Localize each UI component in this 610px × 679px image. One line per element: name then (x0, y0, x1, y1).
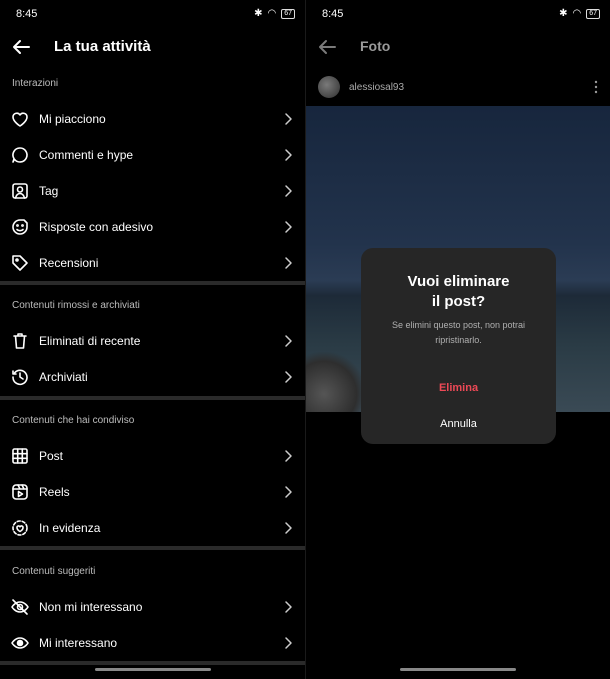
menu-item-risposte-con-adesivo[interactable]: Risposte con adesivo (0, 209, 305, 245)
chevron-right-icon (285, 185, 292, 197)
price-tag-icon (12, 255, 28, 271)
home-indicator (95, 668, 211, 671)
status-bar: 8:45 ✱ ◠ 67 (0, 0, 305, 30)
status-time: 8:45 (16, 8, 38, 20)
menu-item-mi-piacciono[interactable]: Mi piacciono (0, 101, 305, 137)
menu-item-label: Commenti e hype (39, 148, 134, 162)
activity-screen: 8:45 ✱ ◠ 67 La tua attività Interazioni M… (0, 0, 305, 679)
menu-item-post[interactable]: Post (0, 438, 305, 474)
delete-button[interactable]: Elimina (361, 382, 556, 394)
status-bar: 8:45 ✱ ◠ 67 (306, 0, 610, 30)
menu-item-reels[interactable]: Reels (0, 474, 305, 510)
avatar[interactable] (318, 76, 340, 98)
chevron-right-icon (285, 637, 292, 649)
chevron-right-icon (285, 371, 292, 383)
chevron-right-icon (285, 522, 292, 534)
photo-screen: 8:45 ✱ ◠ 67 Foto alessiosal93 Vuoi elimi… (306, 0, 610, 679)
photo-rocks (306, 352, 366, 412)
home-indicator (400, 668, 516, 671)
page-title: Foto (360, 38, 391, 54)
menu-item-archiviati[interactable]: Archiviati (0, 359, 305, 395)
section-label: Interazioni (12, 78, 59, 89)
menu-item-mi-interessano[interactable]: Mi interessano (0, 625, 305, 661)
eye-icon (11, 637, 29, 649)
chevron-right-icon (285, 113, 292, 125)
header: La tua attività (0, 30, 305, 64)
comment-icon (12, 147, 28, 163)
section-label: Contenuti che hai condiviso (12, 415, 135, 426)
menu-item-label: Recensioni (39, 256, 99, 270)
chevron-right-icon (285, 149, 292, 161)
back-arrow-icon[interactable] (316, 36, 338, 58)
eye-off-icon (11, 599, 29, 615)
menu-item-label: Eliminati di recente (39, 334, 141, 348)
reels-icon (12, 484, 28, 500)
menu-item-label: Post (39, 449, 64, 463)
menu-item-label: Mi piacciono (39, 112, 106, 126)
sticker-icon (12, 219, 28, 235)
more-options-icon[interactable] (594, 80, 598, 94)
dialog-message: Se elimini questo post, non potrai ripri… (391, 320, 526, 345)
dialog-title-line1: Vuoi eliminare (407, 273, 510, 290)
menu-item-commenti-e-hype[interactable]: Commenti e hype (0, 137, 305, 173)
section-divider (0, 396, 305, 400)
chevron-right-icon (285, 450, 292, 462)
trash-icon (13, 333, 27, 349)
chevron-right-icon (285, 335, 292, 347)
username[interactable]: alessiosal93 (349, 82, 404, 93)
wifi-icon: ◠ (572, 8, 582, 19)
section-label: Contenuti suggeriti (12, 566, 96, 577)
section-divider (0, 281, 305, 285)
highlight-icon (12, 520, 28, 536)
chevron-right-icon (285, 257, 292, 269)
status-time: 8:45 (322, 8, 344, 20)
menu-item-label: Mi interessano (39, 636, 118, 650)
menu-item-recensioni[interactable]: Recensioni (0, 245, 305, 281)
section-divider (0, 546, 305, 550)
bluetooth-icon: ✱ (254, 8, 263, 19)
menu-item-non-mi-interessano[interactable]: Non mi interessano (0, 589, 305, 625)
chevron-right-icon (285, 221, 292, 233)
grid-icon (12, 448, 28, 464)
status-icons: ✱ ◠ 67 (254, 8, 295, 19)
battery-icon: 67 (281, 8, 295, 19)
chevron-right-icon (285, 601, 292, 613)
dialog-title: Vuoi eliminare il post? (361, 272, 556, 312)
back-arrow-icon[interactable] (10, 36, 32, 58)
chevron-right-icon (285, 486, 292, 498)
menu-item-label: Tag (39, 184, 59, 198)
delete-dialog: Vuoi eliminare il post? Se elimini quest… (361, 248, 556, 444)
cancel-button[interactable]: Annulla (361, 418, 556, 430)
menu-item-label: Non mi interessano (39, 600, 143, 614)
section-label: Contenuti rimossi e archiviati (12, 300, 140, 311)
bluetooth-icon: ✱ (559, 8, 568, 19)
status-icons: ✱ ◠ 67 (559, 8, 600, 19)
dialog-title-line2: il post? (431, 293, 486, 310)
menu-item-label: Risposte con adesivo (39, 220, 154, 234)
archive-icon (12, 369, 28, 386)
section-divider (0, 661, 305, 665)
heart-icon (12, 112, 28, 127)
tag-person-icon (12, 183, 28, 199)
menu-item-label: Archiviati (39, 370, 88, 384)
menu-item-in-evidenza[interactable]: In evidenza (0, 510, 305, 546)
menu-item-label: Reels (39, 485, 70, 499)
page-title: La tua attività (54, 38, 151, 55)
menu-item-label: In evidenza (39, 521, 101, 535)
header: Foto (306, 30, 610, 64)
battery-icon: 67 (586, 8, 600, 19)
menu-item-eliminati-di-recente[interactable]: Eliminati di recente (0, 323, 305, 359)
wifi-icon: ◠ (267, 8, 277, 19)
menu-item-tag[interactable]: Tag (0, 173, 305, 209)
